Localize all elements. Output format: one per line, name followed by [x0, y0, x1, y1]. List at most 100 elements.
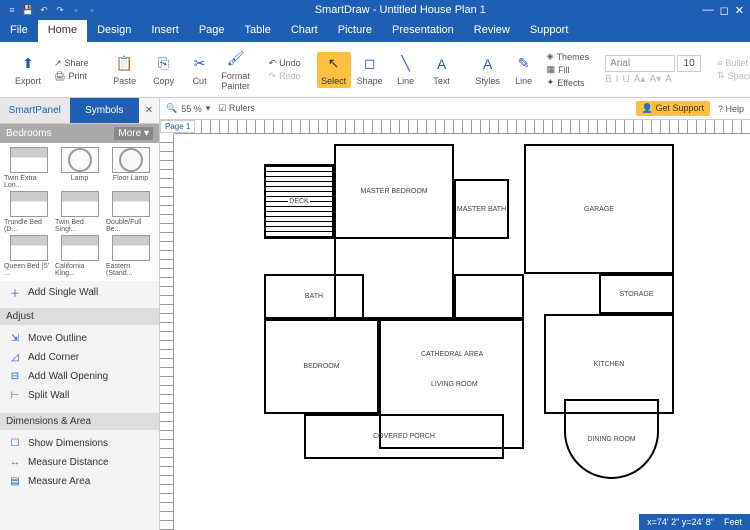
window-title: SmartDraw - Untitled House Plan 1 [98, 4, 703, 16]
symbol-grid: Twin Extra Lon... Lamp Floor Lamp Trundl… [0, 143, 159, 281]
save-icon[interactable]: 💾 [22, 4, 34, 16]
symbol-item[interactable]: Twin Extra Lon... [4, 147, 53, 189]
help-button[interactable]: ? Help [718, 104, 744, 114]
measure-distance-button[interactable]: ↔Measure Distance [0, 453, 159, 472]
export-button[interactable]: ⬆Export [8, 54, 48, 86]
symbol-item[interactable]: Eastern (Stand... [106, 235, 155, 277]
window-controls: — ◻ ✕ [703, 4, 744, 17]
tab-presentation[interactable]: Presentation [382, 20, 464, 42]
ribbon: ⬆Export ↗ Share 🖨 Print 📋Paste ⎘Copy ✂Cu… [0, 42, 750, 98]
drawing-canvas[interactable]: DECK MASTER BEDROOM MASTER BATH GARAGE B… [174, 134, 750, 530]
floor-plan[interactable]: DECK MASTER BEDROOM MASTER BATH GARAGE B… [204, 134, 714, 514]
cut-button[interactable]: ✂Cut [183, 54, 217, 86]
add-corner-button[interactable]: ◿Add Corner [0, 348, 159, 367]
show-dimensions-button[interactable]: ☐Show Dimensions [0, 434, 159, 453]
room-master-bath[interactable]: MASTER BATH [454, 179, 509, 239]
coordinates: x=74' 2" y=24' 8" [647, 517, 714, 527]
spacing-button[interactable]: ⇅ Spacing [717, 70, 750, 81]
tab-symbols[interactable]: Symbols [70, 98, 140, 123]
tab-table[interactable]: Table [235, 20, 281, 42]
tab-review[interactable]: Review [464, 20, 520, 42]
shape-button[interactable]: ◻Shape [353, 54, 387, 86]
symbol-item[interactable]: Double/Full Be... [106, 191, 155, 233]
quick-access-toolbar: ≡ 💾 ↶ ↷ ▫ ▫ [6, 4, 98, 16]
canvas-toolbar: 🔍 55 % ▾ ☑ Rulers 👤 Get Support ? Help [160, 98, 750, 120]
page-label[interactable]: Page 1 [160, 120, 195, 133]
close-panel-icon[interactable]: ✕ [139, 98, 159, 123]
canvas-area: 🔍 55 % ▾ ☑ Rulers 👤 Get Support ? Help P… [160, 98, 750, 530]
bold-button[interactable]: B [605, 74, 612, 85]
themes-button[interactable]: ◈ Themes [547, 51, 589, 62]
room-garage[interactable]: GARAGE [524, 144, 674, 274]
share-button[interactable]: ↗ Share [54, 58, 89, 69]
fill-button[interactable]: ▦ Fill [547, 64, 589, 75]
room-dining[interactable]: DINING ROOM [564, 399, 659, 479]
undo-icon[interactable]: ↶ [38, 4, 50, 16]
vertical-ruler [160, 134, 174, 530]
format-painter-button[interactable]: 🖌Format Painter [219, 49, 253, 91]
tab-file[interactable]: File [0, 20, 38, 42]
italic-button[interactable]: I [616, 74, 619, 85]
zoom-control[interactable]: 🔍 55 % ▾ [166, 103, 210, 114]
tab-chart[interactable]: Chart [281, 20, 328, 42]
qat-icon[interactable]: ▫ [86, 4, 98, 16]
move-outline-button[interactable]: ⇲Move Outline [0, 329, 159, 348]
shrink-font-button[interactable]: A▾ [649, 74, 661, 85]
units[interactable]: Feet [724, 517, 742, 527]
symbol-item[interactable]: Trundle Bed (D... [4, 191, 53, 233]
tab-insert[interactable]: Insert [141, 20, 189, 42]
room-stairs[interactable] [454, 274, 524, 319]
menu-bar: File Home Design Insert Page Table Chart… [0, 20, 750, 42]
line-style-button[interactable]: ✎Line [507, 54, 541, 86]
text-button[interactable]: AText [425, 54, 459, 86]
symbol-item[interactable]: California King... [55, 235, 104, 277]
symbol-item[interactable]: Queen Bed (5' ... [4, 235, 53, 277]
section-header-bedrooms: Bedrooms More ▾ [0, 124, 159, 143]
redo-icon[interactable]: ↷ [54, 4, 66, 16]
tab-home[interactable]: Home [38, 20, 87, 42]
line-button[interactable]: ╲Line [389, 54, 423, 86]
status-bar: x=74' 2" y=24' 8" Feet [639, 514, 750, 530]
bullet-button[interactable]: ≡ Bullet [717, 58, 750, 68]
get-support-button[interactable]: 👤 Get Support [636, 101, 710, 116]
room-porch[interactable]: COVERED PORCH [304, 414, 504, 459]
add-single-wall-button[interactable]: ＋Add Single Wall [0, 281, 159, 304]
maximize-icon[interactable]: ◻ [720, 4, 729, 17]
paste-button[interactable]: 📋Paste [105, 54, 145, 86]
close-icon[interactable]: ✕ [735, 4, 744, 17]
minimize-icon[interactable]: — [703, 4, 714, 17]
split-wall-button[interactable]: ⊢Split Wall [0, 386, 159, 405]
tab-picture[interactable]: Picture [328, 20, 382, 42]
tab-design[interactable]: Design [87, 20, 141, 42]
symbol-item[interactable]: Twin Bed Singl... [55, 191, 104, 233]
redo-button[interactable]: ↷ Redo [269, 71, 301, 82]
room-deck[interactable]: DECK [264, 164, 334, 239]
tab-support[interactable]: Support [520, 20, 579, 42]
print-button[interactable]: 🖨 Print [54, 71, 89, 82]
room-storage[interactable]: STORAGE [599, 274, 674, 314]
font-select[interactable]: Arial [605, 55, 675, 72]
room-master-bedroom[interactable]: MASTER BEDROOM [334, 144, 454, 239]
effects-button[interactable]: ✦ Effects [547, 77, 589, 88]
symbol-item[interactable]: Lamp [55, 147, 104, 189]
font-size-input[interactable]: 10 [677, 55, 701, 72]
qat-icon[interactable]: ▫ [70, 4, 82, 16]
add-wall-opening-button[interactable]: ⊟Add Wall Opening [0, 367, 159, 386]
undo-button[interactable]: ↶ Undo [269, 58, 301, 69]
more-button[interactable]: More ▾ [114, 127, 153, 140]
tab-page[interactable]: Page [189, 20, 235, 42]
rulers-toggle[interactable]: ☑ Rulers [218, 103, 255, 114]
font-color-button[interactable]: A [665, 74, 672, 85]
menu-icon[interactable]: ≡ [6, 4, 18, 16]
tab-smartpanel[interactable]: SmartPanel [0, 98, 70, 123]
room-bedroom[interactable]: BEDROOM [264, 319, 379, 414]
symbol-item[interactable]: Floor Lamp [106, 147, 155, 189]
styles-button[interactable]: AStyles [471, 54, 505, 86]
room-hall[interactable] [334, 239, 454, 319]
grow-font-button[interactable]: A▴ [634, 74, 646, 85]
underline-button[interactable]: U [623, 74, 630, 85]
select-button[interactable]: ↖Select [317, 52, 351, 88]
copy-button[interactable]: ⎘Copy [147, 54, 181, 86]
measure-area-button[interactable]: ▤Measure Area [0, 472, 159, 491]
horizontal-ruler [174, 120, 750, 134]
